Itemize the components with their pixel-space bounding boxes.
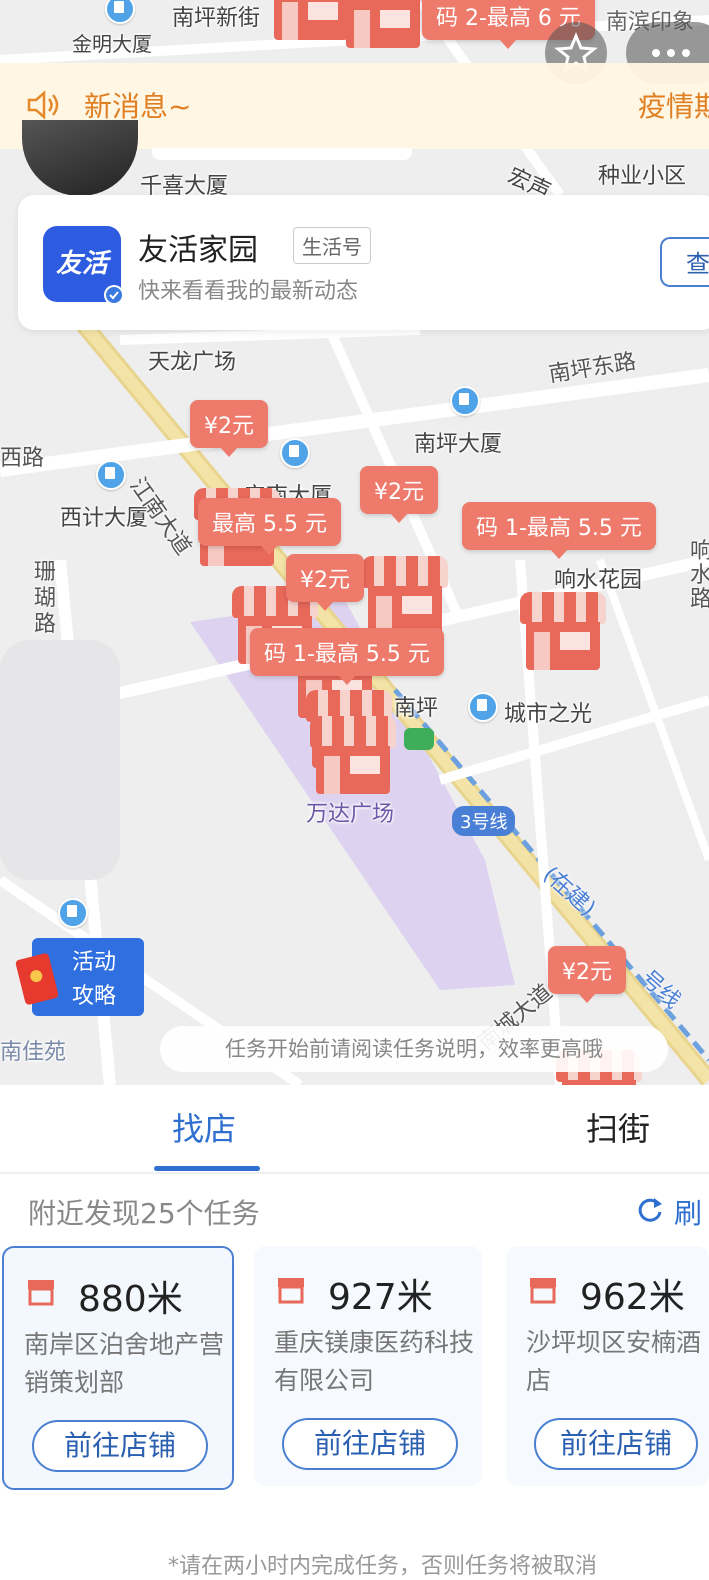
footer-note: *请在两小时内完成任务，否则任务将被取消 [168,1554,598,1579]
activity-line2: 攻略 [72,984,117,1009]
shop-name: 南岸区泊舍地产营销策划部 [24,1330,225,1397]
shop-icon [278,1278,304,1304]
shop-icon [28,1280,54,1306]
epidemic-link[interactable]: 疫情期 [638,85,709,125]
metro-station-icon [404,728,434,750]
shop-card[interactable]: 880米 南岸区泊舍地产营销策划部 前往店铺 [2,1246,234,1490]
shop-card[interactable]: 962米 沙坪坝区安楠酒店 前往店铺 [506,1246,709,1486]
place-label: 种业小区 [598,164,687,189]
shop-distance: 927米 [328,1277,433,1318]
place-label: 天龙广场 [148,350,237,375]
nearby-count: 附近发现25个任务 [28,1197,260,1230]
activity-line1: 活动 [72,950,117,975]
shop-card[interactable]: 927米 重庆镁康医药科技有限公司 前往店铺 [254,1246,482,1486]
account-badge: 生活号 [293,227,371,264]
tab-indicator [154,1166,260,1171]
app-subtitle: 快来看看我的最新动态 [138,279,359,304]
price-tag[interactable]: 最高 5.5 元 [198,498,341,555]
tab-find-shop[interactable]: 找店 [172,1104,236,1150]
poi-pin-icon [450,386,480,416]
message-text: 新消息~ [84,90,192,123]
map-notice: 任务开始前请阅读任务说明，效率更高哦 [160,1026,668,1072]
task-note [152,148,412,160]
price-tag[interactable]: 码 1-最高 5.5 元 [250,628,444,685]
shop-marker-icon[interactable] [340,0,426,50]
refresh-button[interactable]: 刷 [674,1192,702,1232]
poi-pin-icon [468,692,498,722]
shop-distance: 880米 [78,1279,183,1320]
task-map[interactable]: 南坪新街 金明大厦 南滨印象 种业小区 千喜大厦 宏声 码 2-最高 6 元 新… [0,0,709,1085]
poi-pin-icon [96,460,126,490]
place-label: 南佳苑 [0,1040,67,1065]
shop-marker-icon[interactable] [310,716,396,796]
shop-name: 重庆镁康医药科技有限公司 [274,1328,475,1395]
shop-icon [530,1278,556,1304]
go-to-shop-button[interactable]: 前往店铺 [534,1418,698,1470]
view-button[interactable]: 查 [660,237,709,287]
place-label: 南坪新街 [172,6,261,31]
road-label: 西路 [0,446,45,471]
price-tag[interactable]: ¥2元 [360,466,438,523]
road-label: 珊瑚路 [34,560,57,637]
speaker-icon [27,90,59,120]
mini-program-card[interactable]: 友活 友活家园 生活号 快来看看我的最新动态 查 [18,195,709,330]
go-to-shop-button[interactable]: 前往店铺 [282,1418,458,1470]
place-label: 南坪 [394,696,439,721]
shop-distance: 962米 [580,1277,685,1318]
place-label: 万达广场 [306,802,395,827]
metro-line-badge: 3号线 [452,806,516,836]
refresh-icon[interactable] [634,1194,666,1226]
price-tag[interactable]: ¥2元 [286,554,364,611]
price-tag[interactable]: ¥2元 [190,400,268,457]
go-to-shop-button[interactable]: 前往店铺 [32,1420,208,1472]
price-tag[interactable]: 码 1-最高 5.5 元 [462,502,656,559]
shop-name: 沙坪坝区安楠酒店 [526,1328,702,1395]
place-label: 响水花园 [554,568,643,593]
app-name: 友活家园 [138,233,258,268]
shop-marker-icon[interactable] [362,556,448,636]
road-label: 响水路 [690,539,709,612]
verified-icon [104,285,124,305]
place-label: 南坪大厦 [414,432,503,457]
poi-pin-icon [280,438,310,468]
shop-marker-icon[interactable] [520,592,606,672]
price-tag[interactable]: ¥2元 [548,946,626,1003]
place-label: 金明大厦 [72,32,152,56]
tab-sweep-street[interactable]: 扫街 [586,1104,650,1150]
place-label: 城市之光 [504,702,593,727]
poi-pin-icon [58,898,88,928]
tab-divider [0,1172,709,1174]
